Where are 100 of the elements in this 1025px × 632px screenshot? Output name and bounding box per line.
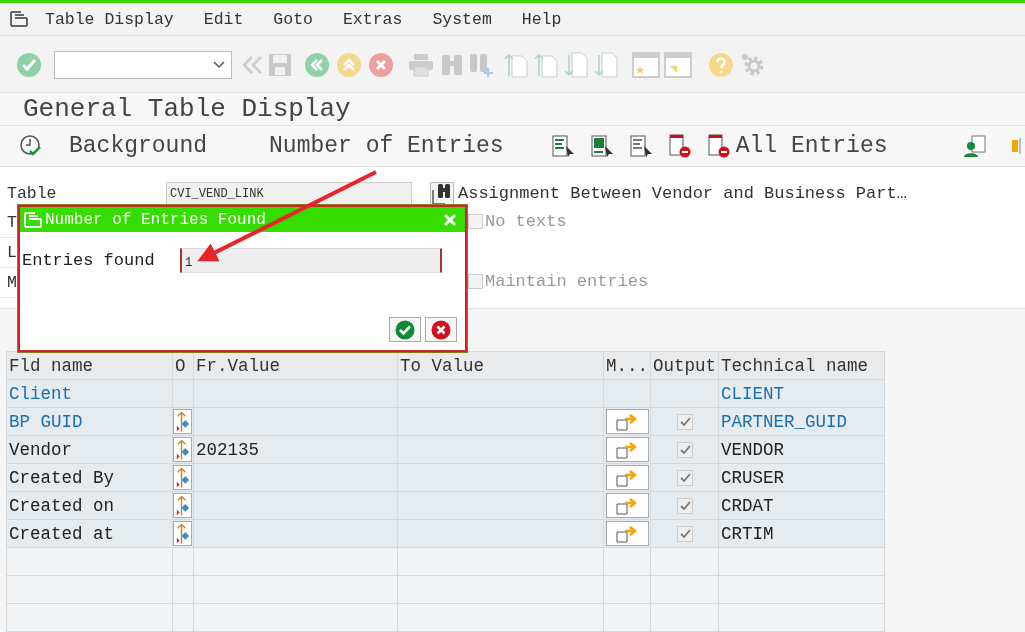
field-label: T — [7, 213, 17, 232]
column-header[interactable]: Fld name — [6, 351, 173, 380]
dialog-title: Number of Entries Found — [45, 210, 267, 229]
output-checkbox[interactable] — [676, 525, 693, 542]
back-icon[interactable] — [304, 52, 330, 78]
double-chevron-icon[interactable] — [240, 54, 264, 76]
table-cell: PARTNER_GUID — [718, 407, 885, 436]
check-icon[interactable] — [16, 52, 42, 78]
multiple-selection-button[interactable] — [605, 409, 649, 434]
menu-item[interactable]: Extras — [339, 9, 406, 29]
table-description: Assignment Between Vendor and Business Part… — [458, 184, 907, 203]
delete-icon[interactable] — [668, 134, 693, 158]
table-cell: Client — [6, 379, 173, 408]
checkbox[interactable] — [468, 214, 483, 229]
option-button[interactable] — [173, 493, 192, 518]
close-icon[interactable] — [443, 212, 457, 227]
menu-item[interactable]: Goto — [270, 9, 316, 29]
clock-check-icon[interactable] — [19, 134, 43, 158]
field-label: L — [7, 243, 17, 262]
menu-icon[interactable] — [10, 11, 28, 27]
page-down-icon[interactable] — [594, 52, 618, 78]
table-cell: BP GUID — [6, 407, 173, 436]
option-icon — [174, 410, 191, 433]
menu-item[interactable]: Edit — [200, 9, 247, 29]
window-icon[interactable] — [664, 52, 692, 78]
ok-button[interactable] — [389, 317, 421, 342]
table-cell: CRDAT — [718, 491, 885, 520]
option-button[interactable] — [173, 409, 192, 434]
toolbar-button[interactable]: All Entries — [735, 133, 888, 159]
select-list-icon[interactable] — [629, 134, 654, 158]
toolbar-button[interactable]: Number of Entries — [269, 133, 504, 159]
cancel-icon[interactable] — [368, 52, 394, 78]
print-icon[interactable] — [408, 53, 434, 77]
table-cell: Vendor — [6, 435, 173, 464]
command-field[interactable] — [54, 51, 232, 79]
table-cell: CLIENT — [718, 379, 885, 408]
multiple-selection-button[interactable] — [605, 437, 649, 462]
cancel-button[interactable] — [425, 317, 457, 342]
table-cell: CRUSER — [718, 463, 885, 492]
menu-item[interactable]: Help — [518, 9, 565, 29]
multiple-selection-button[interactable] — [605, 521, 649, 546]
column-header[interactable]: Output — [650, 351, 719, 380]
arrow-out-icon — [615, 439, 639, 460]
entries-found-field[interactable]: 1 — [180, 248, 442, 273]
search-plus-icon[interactable] — [468, 52, 494, 78]
option-icon — [174, 438, 191, 461]
checkbox-label: Maintain entries — [485, 272, 649, 291]
table-cell: Created By — [6, 463, 173, 492]
search-icon[interactable] — [440, 53, 464, 77]
output-checkbox[interactable] — [676, 469, 693, 486]
delete-icon[interactable] — [707, 134, 732, 158]
table-cell: CRTIM — [718, 519, 885, 548]
field-label: M — [7, 273, 17, 292]
select-block-icon[interactable] — [590, 134, 615, 158]
column-header[interactable]: To Value — [397, 351, 604, 380]
output-checkbox[interactable] — [676, 441, 693, 458]
table-cell: 202135 — [193, 435, 398, 464]
option-button[interactable] — [173, 521, 192, 546]
person-list-icon[interactable] — [963, 134, 987, 158]
toolbar-button[interactable]: Background — [69, 133, 208, 159]
settings-icon[interactable] — [740, 52, 766, 78]
option-icon — [174, 522, 191, 545]
option-icon — [174, 466, 191, 489]
select-list-icon[interactable] — [551, 134, 576, 158]
page-up-icon[interactable] — [504, 52, 528, 78]
column-header[interactable]: M... — [603, 351, 651, 380]
column-header[interactable]: Technical name — [718, 351, 885, 380]
search-help-button[interactable] — [430, 182, 454, 205]
table-cell: VENDOR — [718, 435, 885, 464]
search-icon — [431, 181, 453, 206]
arrow-out-icon — [615, 411, 639, 432]
multiple-selection-button[interactable] — [605, 465, 649, 490]
arrow-out-icon — [615, 467, 639, 488]
table-cell: Created at — [6, 519, 173, 548]
up-icon[interactable] — [336, 52, 362, 78]
dropdown-caret-icon — [213, 61, 225, 69]
field-label: Table — [7, 184, 57, 203]
column-header[interactable]: Fr.Value — [193, 351, 398, 380]
output-checkbox[interactable] — [676, 497, 693, 514]
help-icon[interactable] — [708, 52, 734, 78]
option-icon — [174, 494, 191, 517]
arrow-out-icon — [615, 523, 639, 544]
arrow-out-icon — [615, 495, 639, 516]
ok-icon — [395, 319, 415, 340]
option-button[interactable] — [173, 437, 192, 462]
checkbox[interactable] — [468, 274, 483, 289]
page-up-icon[interactable] — [534, 52, 558, 78]
field-label: Entries found — [22, 251, 156, 270]
multiple-selection-button[interactable] — [605, 493, 649, 518]
checkbox-label: No texts — [485, 212, 567, 231]
option-button[interactable] — [173, 465, 192, 490]
menu-item[interactable]: System — [429, 9, 495, 29]
table-cell: Created on — [6, 491, 173, 520]
save-icon[interactable] — [268, 53, 292, 77]
table-name-field[interactable]: CVI_VEND_LINK — [166, 181, 412, 206]
screen-title: General Table Display — [23, 94, 351, 124]
page-down-icon[interactable] — [564, 52, 588, 78]
cancel-icon — [431, 319, 451, 340]
menu-item[interactable]: Table Display — [42, 9, 177, 29]
output-checkbox[interactable] — [676, 413, 693, 430]
